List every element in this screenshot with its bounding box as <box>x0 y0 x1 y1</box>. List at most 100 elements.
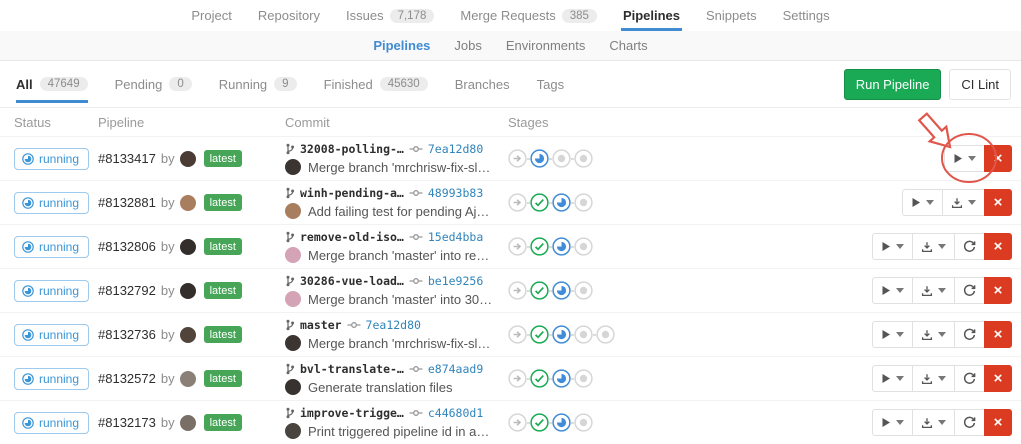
branch-link[interactable]: master <box>300 318 342 332</box>
status-badge[interactable]: running <box>14 412 89 434</box>
commit-sha-link[interactable]: 7ea12d80 <box>428 142 483 156</box>
retry-button[interactable] <box>954 365 985 392</box>
play-dropdown-button[interactable] <box>902 189 943 216</box>
stage-skipped-icon[interactable] <box>508 149 527 168</box>
subnav-item-charts[interactable]: Charts <box>609 38 647 53</box>
stage-success-icon[interactable] <box>530 281 549 300</box>
filter-tab-finished[interactable]: Finished45630 <box>324 61 428 107</box>
stage-skipped-icon[interactable] <box>508 325 527 344</box>
download-artifacts-dropdown-button[interactable] <box>942 189 985 216</box>
stage-running-icon[interactable] <box>552 413 571 432</box>
commit-author-avatar[interactable] <box>285 247 301 263</box>
subnav-item-jobs[interactable]: Jobs <box>454 38 481 53</box>
commit-message[interactable]: Merge branch 'mrchrisw-fix-sl… <box>308 160 490 175</box>
commit-author-avatar[interactable] <box>285 291 301 307</box>
stage-skipped-icon[interactable] <box>508 369 527 388</box>
nav-item-issues[interactable]: Issues7,178 <box>346 0 434 31</box>
commit-sha-link[interactable]: 7ea12d80 <box>366 318 421 332</box>
stage-created-icon[interactable] <box>574 193 593 212</box>
avatar[interactable] <box>180 151 196 167</box>
commit-sha-link[interactable]: 15ed4bba <box>428 230 483 244</box>
pipeline-link[interactable]: #8133417 <box>98 151 156 166</box>
branch-link[interactable]: winh-pending-a… <box>300 186 404 200</box>
play-dropdown-button[interactable] <box>872 277 913 304</box>
status-badge[interactable]: running <box>14 148 89 170</box>
play-dropdown-button[interactable] <box>872 321 913 348</box>
commit-author-avatar[interactable] <box>285 379 301 395</box>
cancel-button[interactable]: × <box>984 145 1012 172</box>
stage-running-icon[interactable] <box>552 369 571 388</box>
filter-tab-all[interactable]: All47649 <box>16 61 88 107</box>
commit-message[interactable]: Generate translation files <box>308 380 453 395</box>
filter-tab-pending[interactable]: Pending0 <box>115 61 192 107</box>
filter-tab-tags[interactable]: Tags <box>537 61 564 107</box>
status-badge[interactable]: running <box>14 368 89 390</box>
subnav-item-environments[interactable]: Environments <box>506 38 585 53</box>
status-badge[interactable]: running <box>14 324 89 346</box>
retry-button[interactable] <box>954 277 985 304</box>
commit-message[interactable]: Merge branch 'mrchrisw-fix-sl… <box>308 336 490 351</box>
stage-created-icon[interactable] <box>574 369 593 388</box>
stage-created-icon[interactable] <box>574 413 593 432</box>
subnav-item-pipelines[interactable]: Pipelines <box>373 38 430 53</box>
play-dropdown-button[interactable] <box>872 233 913 260</box>
download-artifacts-dropdown-button[interactable] <box>912 409 955 436</box>
pipeline-link[interactable]: #8132572 <box>98 371 156 386</box>
branch-link[interactable]: remove-old-iso… <box>300 230 404 244</box>
cancel-button[interactable]: × <box>984 321 1012 348</box>
avatar[interactable] <box>180 371 196 387</box>
nav-item-merge-requests[interactable]: Merge Requests385 <box>460 0 597 31</box>
stage-created-icon[interactable] <box>574 149 593 168</box>
stage-created-icon[interactable] <box>574 237 593 256</box>
retry-button[interactable] <box>954 233 985 260</box>
nav-item-snippets[interactable]: Snippets <box>706 0 757 31</box>
pipeline-link[interactable]: #8132881 <box>98 195 156 210</box>
nav-item-repository[interactable]: Repository <box>258 0 320 31</box>
stage-success-icon[interactable] <box>530 237 549 256</box>
avatar[interactable] <box>180 239 196 255</box>
stage-created-icon[interactable] <box>574 281 593 300</box>
commit-message[interactable]: Print triggered pipeline id in a… <box>308 424 489 439</box>
pipeline-link[interactable]: #8132792 <box>98 283 156 298</box>
stage-skipped-icon[interactable] <box>508 413 527 432</box>
stage-skipped-icon[interactable] <box>508 193 527 212</box>
stage-success-icon[interactable] <box>530 325 549 344</box>
stage-running-icon[interactable] <box>530 149 549 168</box>
nav-item-project[interactable]: Project <box>191 0 231 31</box>
download-artifacts-dropdown-button[interactable] <box>912 277 955 304</box>
retry-button[interactable] <box>954 409 985 436</box>
commit-sha-link[interactable]: e874aad9 <box>428 362 483 376</box>
stage-success-icon[interactable] <box>530 193 549 212</box>
avatar[interactable] <box>180 283 196 299</box>
avatar[interactable] <box>180 195 196 211</box>
ci-lint-button[interactable]: CI Lint <box>949 69 1011 100</box>
stage-success-icon[interactable] <box>530 369 549 388</box>
play-dropdown-button[interactable] <box>944 145 985 172</box>
stage-success-icon[interactable] <box>530 413 549 432</box>
commit-sha-link[interactable]: 48993b83 <box>428 186 483 200</box>
play-dropdown-button[interactable] <box>872 409 913 436</box>
download-artifacts-dropdown-button[interactable] <box>912 321 955 348</box>
commit-author-avatar[interactable] <box>285 423 301 439</box>
nav-item-pipelines[interactable]: Pipelines <box>623 0 680 31</box>
run-pipeline-button[interactable]: Run Pipeline <box>844 69 942 100</box>
commit-author-avatar[interactable] <box>285 335 301 351</box>
cancel-button[interactable]: × <box>984 409 1012 436</box>
commit-sha-link[interactable]: c44680d1 <box>428 406 483 420</box>
stage-skipped-icon[interactable] <box>508 237 527 256</box>
commit-author-avatar[interactable] <box>285 159 301 175</box>
stage-running-icon[interactable] <box>552 281 571 300</box>
status-badge[interactable]: running <box>14 192 89 214</box>
stage-created-icon[interactable] <box>596 325 615 344</box>
stage-skipped-icon[interactable] <box>508 281 527 300</box>
download-artifacts-dropdown-button[interactable] <box>912 365 955 392</box>
commit-sha-link[interactable]: be1e9256 <box>428 274 483 288</box>
stage-running-icon[interactable] <box>552 237 571 256</box>
nav-item-settings[interactable]: Settings <box>783 0 830 31</box>
commit-author-avatar[interactable] <box>285 203 301 219</box>
branch-link[interactable]: improve-trigge… <box>300 406 404 420</box>
cancel-button[interactable]: × <box>984 189 1012 216</box>
download-artifacts-dropdown-button[interactable] <box>912 233 955 260</box>
commit-message[interactable]: Add failing test for pending Aj… <box>308 204 489 219</box>
branch-link[interactable]: 30286-vue-load… <box>300 274 404 288</box>
